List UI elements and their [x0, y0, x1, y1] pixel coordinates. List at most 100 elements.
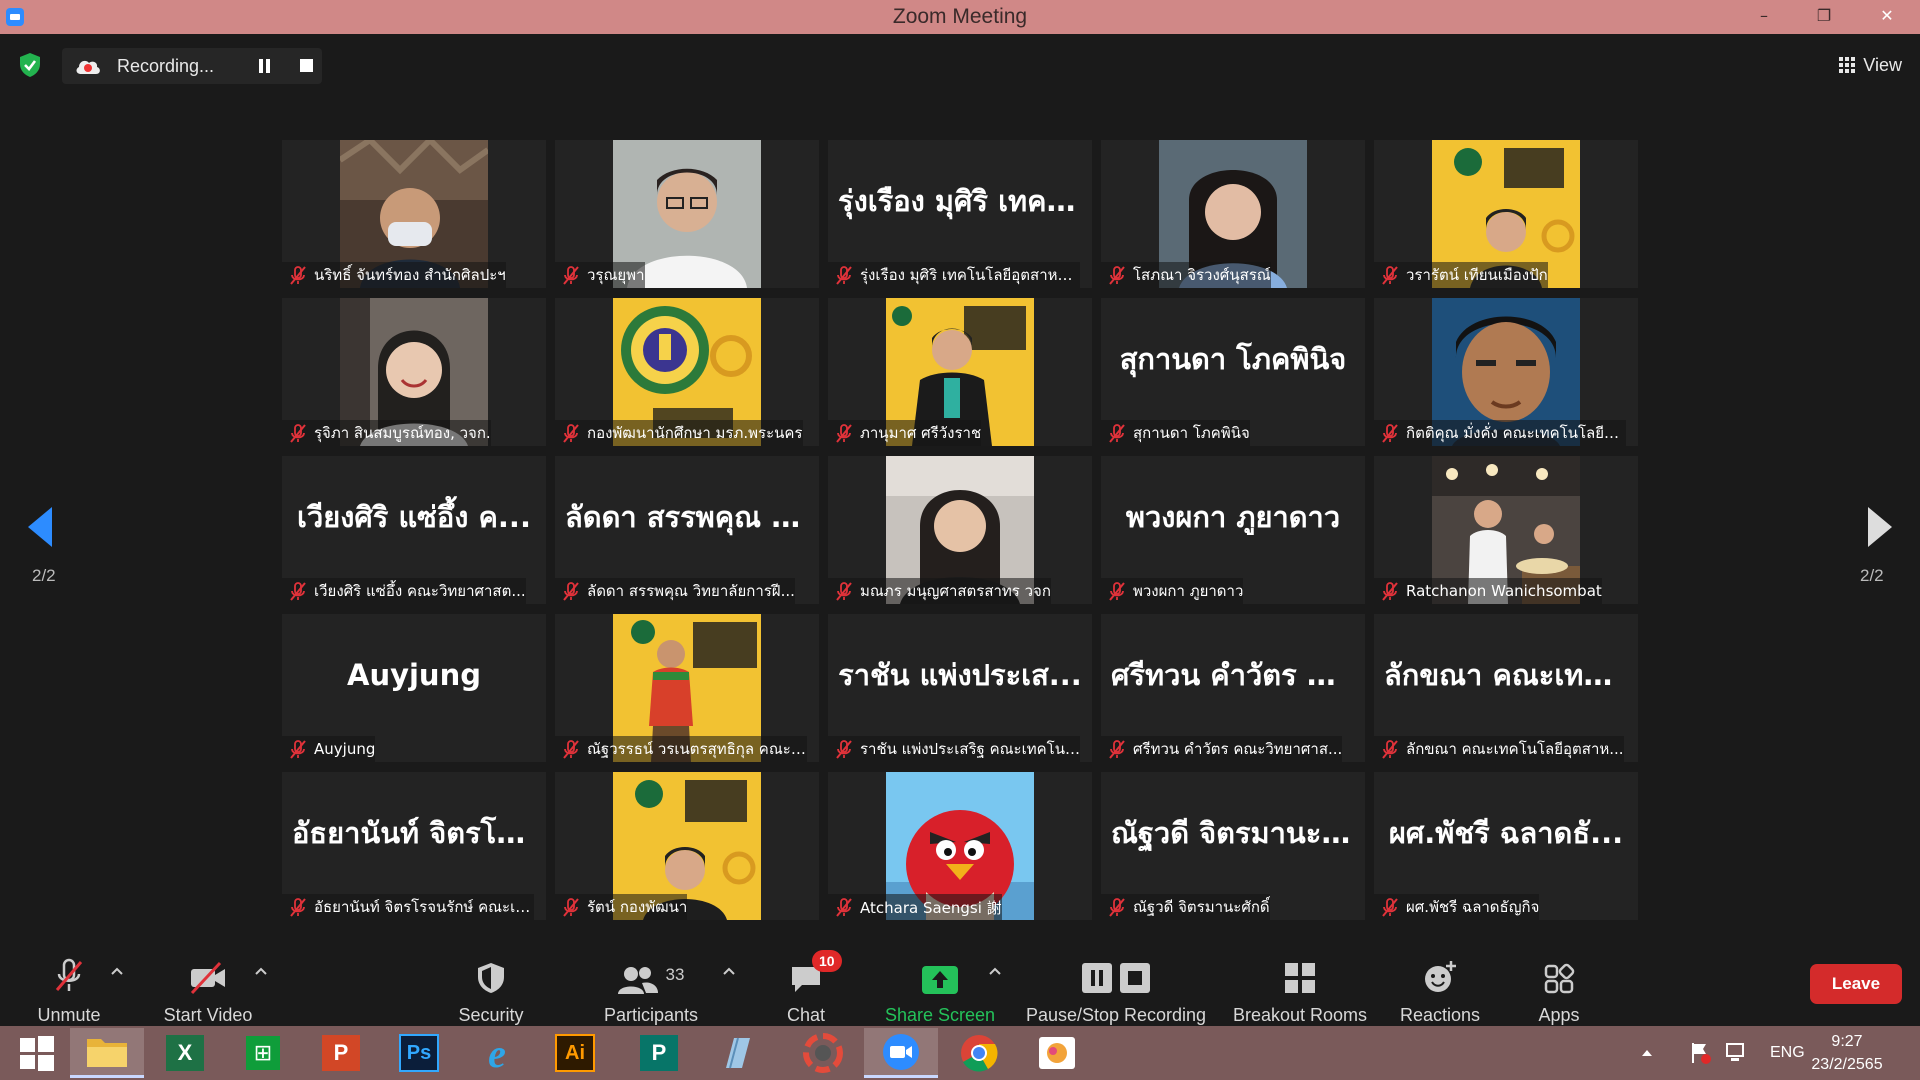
share-options-caret-icon[interactable]	[988, 964, 1002, 978]
pause-stop-recording-button[interactable]: Pause/Stop Recording	[1024, 932, 1208, 1026]
pause-recording-button[interactable]	[257, 58, 273, 74]
participant-tile[interactable]: โสภณา จิรวงศ์นุสรณ์	[1101, 140, 1365, 288]
participant-tile[interactable]: กิตติคุณ มั่งคั่ง คณะเทคโนโลยีอุ...	[1374, 298, 1638, 446]
participant-name-bar: พวงผกา ภูยาดาว	[1101, 578, 1244, 604]
show-hidden-icons-icon[interactable]	[1640, 1046, 1654, 1060]
encryption-shield-icon[interactable]	[18, 52, 42, 78]
participant-tile[interactable]: วรารัตน์ เทียนเมืองปัก	[1374, 140, 1638, 288]
previous-page-arrow-icon[interactable]	[26, 505, 54, 549]
participant-tile[interactable]: ลักขณา คณะเทคโ... ลักขณา คณะเทคโนโลยีอุตส…	[1374, 614, 1638, 762]
photoshop-icon[interactable]: Ps	[382, 1028, 456, 1078]
security-shield-icon	[478, 963, 504, 993]
participant-tile[interactable]: ลัดดา สรรพคุณ วิ... ลัดดา สรรพคุณ วิทยาลั…	[555, 456, 819, 604]
view-button[interactable]: View	[1839, 48, 1902, 82]
participant-tile[interactable]: อัธยานันท์ จิตรโร... อัธยานันท์ จิตรโรจนร…	[282, 772, 546, 920]
store-icon[interactable]: ⊞	[226, 1028, 300, 1078]
stop-recording-button[interactable]	[300, 59, 313, 72]
window-title: Zoom Meeting	[892, 5, 1028, 28]
participant-name-bar: สุกานดา โภคพินิจ	[1101, 420, 1250, 446]
participant-tile[interactable]: สุกานดา โภคพินิจ สุกานดา โภคพินิจ	[1101, 298, 1365, 446]
photoscape-icon[interactable]	[786, 1028, 860, 1078]
muted-mic-icon	[288, 265, 308, 285]
page-indicator-left: 2/2	[32, 566, 56, 585]
action-center-flag-icon[interactable]	[1688, 1041, 1712, 1065]
participants-button[interactable]: 33 Participants	[596, 932, 706, 1026]
apps-button[interactable]: Apps	[1526, 932, 1592, 1026]
publisher-icon[interactable]: P	[622, 1028, 696, 1078]
participant-display-name: ศรีทวน คำวัตร ค...	[1111, 658, 1355, 692]
participant-name-bar: ณัฐวดี จิตรมานะศักดิ์	[1101, 894, 1270, 920]
internet-explorer-icon[interactable]: e	[460, 1028, 534, 1078]
leave-button[interactable]: Leave	[1810, 964, 1902, 1004]
participant-tile[interactable]: รุจิภา สินสมบูรณ์ทอง, วจก.	[282, 298, 546, 446]
video-off-icon	[190, 961, 225, 995]
participants-count: 33	[665, 965, 685, 984]
powerpoint-icon[interactable]: P	[304, 1028, 378, 1078]
participant-tile[interactable]: ผศ.พัชรี ฉลาดธั... ผศ.พัชรี ฉลาดธัญกิจ	[1374, 772, 1638, 920]
view-label: View	[1863, 54, 1902, 75]
participant-tile[interactable]: เวียงศิริ แซ่อึ้ง ค... เวียงศิริ แซ่อึ้ง …	[282, 456, 546, 604]
muted-mic-icon	[1380, 581, 1400, 601]
participant-display-name: ณัฐวดี จิตรมานะศั...	[1111, 816, 1355, 850]
file-explorer-icon[interactable]	[70, 1028, 144, 1078]
network-icon[interactable]	[1724, 1041, 1750, 1065]
pause-stop-label: Pause/Stop Recording	[1025, 1005, 1207, 1025]
participant-name: อัธยานันท์ จิตรโรจนรักษ์ คณะเท...	[314, 898, 534, 916]
participant-name-bar: วรุณยุพา	[555, 262, 645, 288]
input-language[interactable]: ENG	[1770, 1044, 1805, 1062]
participant-tile[interactable]: ศรีทวน คำวัตร ค... ศรีทวน คำวัตร คณะวิทยา…	[1101, 614, 1365, 762]
start-video-label: Start Video	[163, 1005, 253, 1025]
notepad-icon[interactable]	[700, 1028, 774, 1078]
share-screen-button[interactable]: Share Screen	[882, 932, 998, 1026]
participants-options-caret-icon[interactable]	[722, 964, 736, 978]
muted-mic-icon	[1380, 739, 1400, 759]
participant-tile[interactable]: รัตน์ กองพัฒนา	[555, 772, 819, 920]
participant-tile[interactable]: รุ่งเรือง มุศิริ เทคโ... รุ่งเรือง มุศิริ…	[828, 140, 1092, 288]
participant-tile[interactable]: มณภร มนุญศาสตรสาทร วจก	[828, 456, 1092, 604]
breakout-rooms-button[interactable]: Breakout Rooms	[1230, 932, 1370, 1026]
participant-name: มณภร มนุญศาสตรสาทร วจก	[860, 582, 1051, 600]
participant-name: ลัดดา สรรพคุณ วิทยาลัยการฝี...	[587, 582, 795, 600]
unmute-label: Unmute	[37, 1005, 101, 1025]
participant-tile[interactable]: Atchara Saengsi 謝	[828, 772, 1092, 920]
participant-name: โสภณา จิรวงศ์นุสรณ์	[1133, 266, 1271, 284]
photos-icon[interactable]	[1020, 1028, 1094, 1078]
video-options-caret-icon[interactable]	[254, 964, 268, 978]
chrome-icon[interactable]	[942, 1028, 1016, 1078]
share-screen-label: Share Screen	[884, 1005, 996, 1025]
participant-tile[interactable]: พวงผกา ภูยาดาว พวงผกา ภูยาดาว	[1101, 456, 1365, 604]
unmute-button[interactable]: Unmute	[28, 932, 110, 1026]
muted-mic-icon	[1107, 739, 1127, 759]
participant-tile[interactable]: กองพัฒนานักศึกษา มรภ.พระนคร	[555, 298, 819, 446]
system-clock[interactable]: 9:27 23/2/2565	[1802, 1030, 1892, 1076]
participant-tile[interactable]: ณัฐวรรธน์ วรเนตรสุทธิกุล คณะเ...	[555, 614, 819, 762]
participant-tile[interactable]: Auyjung Auyjung	[282, 614, 546, 762]
participant-tile[interactable]: ณัฐวดี จิตรมานะศั... ณัฐวดี จิตรมานะศักดิ…	[1101, 772, 1365, 920]
start-video-button[interactable]: Start Video	[158, 932, 258, 1026]
participant-tile[interactable]: Ratchanon Wanichsombat	[1374, 456, 1638, 604]
participant-name: เวียงศิริ แซ่อึ้ง คณะวิทยาศาสต...	[314, 582, 526, 600]
audio-options-caret-icon[interactable]	[110, 964, 124, 978]
participant-name-bar: อัธยานันท์ จิตรโรจนรักษ์ คณะเท...	[282, 894, 534, 920]
chat-button[interactable]: Chat	[776, 932, 836, 1026]
participant-tile[interactable]: ราชัน แพ่งประเส... ราชัน แพ่งประเสริฐ คณะ…	[828, 614, 1092, 762]
minimize-button[interactable]: –	[1734, 0, 1794, 30]
next-page-arrow-icon[interactable]	[1866, 505, 1894, 549]
reactions-label: Reactions	[1399, 1005, 1481, 1025]
security-button[interactable]: Security	[446, 932, 536, 1026]
participant-name: สุกานดา โภคพินิจ	[1133, 424, 1250, 442]
zoom-icon[interactable]	[864, 1028, 938, 1078]
participant-name-bar: ผศ.พัชรี ฉลาดธัญกิจ	[1374, 894, 1540, 920]
excel-icon[interactable]: X	[148, 1028, 222, 1078]
muted-mic-icon	[1107, 581, 1127, 601]
reactions-button[interactable]: Reactions	[1392, 932, 1488, 1026]
participant-tile[interactable]: วรุณยุพา	[555, 140, 819, 288]
illustrator-icon[interactable]: Ai	[538, 1028, 612, 1078]
close-button[interactable]: ✕	[1854, 0, 1920, 30]
muted-microphone-icon	[55, 958, 83, 991]
restore-button[interactable]: ❐	[1794, 0, 1854, 30]
participant-tile[interactable]: ภานุมาศ ศรีวังราช	[828, 298, 1092, 446]
participant-tile[interactable]: นริทธิ์ จันทร์ทอง สำนักศิลปะฯ	[282, 140, 546, 288]
participant-name-bar: Atchara Saengsi 謝	[828, 894, 1002, 920]
windows-start-icon[interactable]	[0, 1028, 74, 1078]
